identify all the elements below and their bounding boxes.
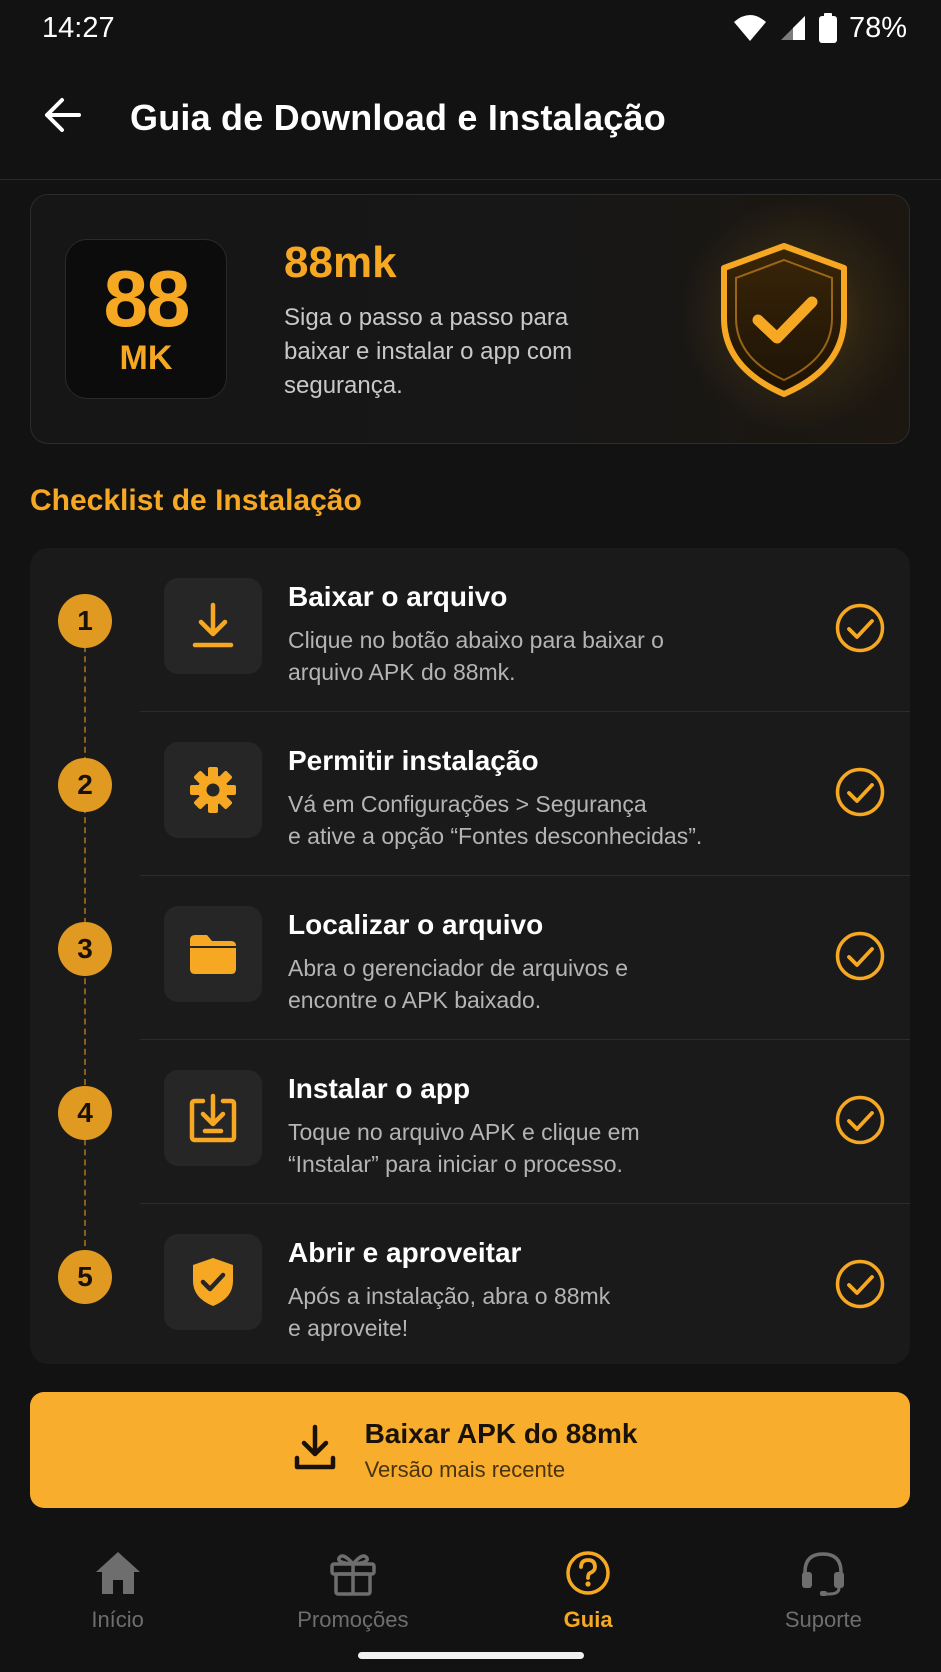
step-description-line: “Instalar” para iniciar o processo. (288, 1151, 623, 1178)
step-title: Localizar o arquivo (288, 909, 544, 940)
logo-number: 88 (103, 254, 191, 343)
step-title: Baixar o arquivo (288, 581, 508, 612)
step-number: 2 (58, 758, 112, 812)
shield-check-icon (659, 195, 909, 443)
wifi-icon (733, 14, 767, 42)
hero-title: 88mk (284, 238, 397, 287)
shield-check-icon (164, 1234, 262, 1330)
nav-label: Guia (563, 1607, 613, 1632)
headset-icon (799, 1550, 847, 1601)
step-title: Permitir instalação (288, 745, 539, 776)
battery-icon (818, 13, 837, 43)
battery-percent: 78% (848, 11, 907, 44)
status-icons: 78% (733, 12, 907, 45)
download-icon (164, 578, 262, 674)
signal-icon (779, 14, 807, 42)
check-circle-icon[interactable] (834, 1258, 886, 1310)
step-text: Instalar o app Toque no arquivo APK e cl… (288, 1072, 768, 1181)
step-description-line: e aproveite! (288, 1315, 409, 1342)
step-title: Instalar o app (288, 1073, 471, 1104)
step-number: 5 (58, 1250, 112, 1304)
nav-item-inicio[interactable]: Início (0, 1536, 235, 1656)
step-description: Vá em Configurações > Segurança e ative … (288, 788, 768, 853)
home-icon (94, 1550, 142, 1601)
step-description-line: Toque no arquivo APK e clique em (288, 1118, 640, 1145)
step-number: 1 (58, 594, 112, 648)
app-logo: 88 MK (65, 239, 227, 399)
check-circle-icon[interactable] (834, 1094, 886, 1146)
checklist-step-open: 5 Abrir e aproveitar Após a instalação, … (30, 1204, 910, 1364)
status-bar: 14:27 78% (0, 0, 941, 56)
download-apk-button[interactable]: Baixar APK do 88mk Versão mais recente (30, 1392, 910, 1508)
install-icon (164, 1070, 262, 1166)
nav-item-promocoes[interactable]: Promoções (235, 1536, 470, 1656)
check-circle-icon[interactable] (834, 766, 886, 818)
check-circle-icon[interactable] (834, 602, 886, 654)
nav-item-guia[interactable]: Guia (471, 1536, 706, 1656)
gift-icon (329, 1550, 377, 1601)
step-text: Baixar o arquivo Clique no botão abaixo … (288, 580, 768, 689)
step-description-line: Após a instalação, abra o 88mk (288, 1282, 611, 1309)
status-time: 14:27 (42, 11, 115, 44)
step-description: Abra o gerenciador de arquivos e encontr… (288, 952, 768, 1017)
step-description: Toque no arquivo APK e clique em “Instal… (288, 1116, 768, 1181)
step-description-line: e ative a opção “Fontes desconhecidas”. (288, 823, 703, 850)
download-apk-content: Baixar APK do 88mk Versão mais recente (293, 1417, 638, 1483)
hero-description: Siga o passo a passo para baixar e insta… (284, 304, 573, 399)
logo-letters: MK (119, 339, 173, 377)
check-circle-icon[interactable] (834, 930, 886, 982)
step-text: Permitir instalação Vá em Configurações … (288, 744, 768, 853)
checklist-step-permission: 2 Permitir instalação Vá em Configuraçõe… (30, 712, 910, 876)
step-title: Abrir e aproveitar (288, 1237, 522, 1268)
checklist-step-download: 1 Baixar o arquivo Clique no botão abaix… (30, 548, 910, 712)
step-description-line: encontre o APK baixado. (288, 987, 542, 1014)
home-indicator[interactable] (358, 1652, 584, 1659)
checklist-step-install: 4 Instalar o app Toque no arquivo APK e … (30, 1040, 910, 1204)
bottom-nav: Início Promoções Guia Suporte (0, 1536, 941, 1656)
checklist-title: Checklist de Instalação (30, 484, 362, 517)
step-description-line: Vá em Configurações > Segurança (288, 790, 647, 817)
nav-label: Suporte (784, 1607, 862, 1632)
arrow-left-icon (42, 97, 82, 138)
gear-icon (164, 742, 262, 838)
download-apk-label: Baixar APK do 88mk (364, 1418, 638, 1450)
page-title: Guia de Download e Instalação (130, 96, 666, 138)
hero-card: 88 MK 88mk Siga o passo a passo para bai… (30, 194, 910, 444)
step-description-line: Clique no botão abaixo para baixar o (288, 626, 664, 653)
step-description-line: arquivo APK do 88mk. (288, 659, 516, 686)
step-number: 4 (58, 1086, 112, 1140)
app-bar: Guia de Download e Instalação (0, 56, 941, 180)
hero-text: 88mk Siga o passo a passo para baixar e … (284, 238, 624, 402)
step-text: Abrir e aproveitar Após a instalação, ab… (288, 1236, 768, 1345)
nav-label: Início (91, 1607, 144, 1632)
nav-item-suporte[interactable]: Suporte (706, 1536, 941, 1656)
install-checklist: 1 Baixar o arquivo Clique no botão abaix… (30, 548, 910, 1364)
download-apk-sublabel: Versão mais recente (364, 1456, 566, 1482)
download-icon (293, 1424, 337, 1477)
step-number: 3 (58, 922, 112, 976)
folder-icon (164, 906, 262, 1002)
help-icon (564, 1550, 612, 1601)
back-button[interactable] (0, 56, 130, 179)
step-description-line: Abra o gerenciador de arquivos e (288, 954, 629, 981)
download-apk-text: Baixar APK do 88mk Versão mais recente (365, 1417, 638, 1483)
step-description: Clique no botão abaixo para baixar o arq… (288, 624, 768, 689)
step-description: Após a instalação, abra o 88mk e aprovei… (288, 1280, 768, 1345)
step-text: Localizar o arquivo Abra o gerenciador d… (288, 908, 768, 1017)
nav-label: Promoções (297, 1607, 409, 1632)
checklist-step-locate: 3 Localizar o arquivo Abra o gerenciador… (30, 876, 910, 1040)
